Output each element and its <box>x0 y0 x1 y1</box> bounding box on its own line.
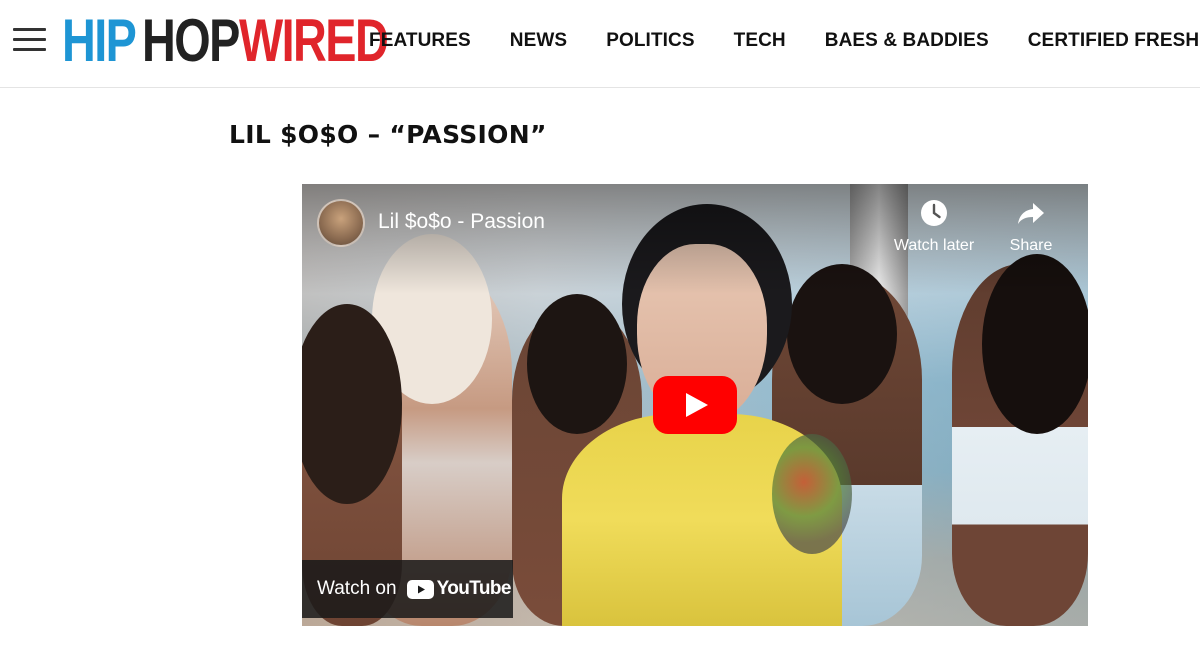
video-title[interactable]: Lil $o$o - Passion <box>378 210 545 234</box>
channel-avatar[interactable] <box>317 199 365 247</box>
watch-on-youtube-button[interactable]: Watch on YouTube <box>302 560 513 618</box>
nav-item-baes-baddies[interactable]: BAES & BADDIES <box>825 30 989 52</box>
nav-item-news[interactable]: NEWS <box>510 30 567 52</box>
clock-icon <box>921 200 947 226</box>
share-label: Share <box>1009 237 1053 254</box>
nav-item-certified-fresh[interactable]: CERTIFIED FRESH <box>1028 30 1199 52</box>
share-button[interactable]: Share <box>981 198 1081 255</box>
youtube-logo-icon <box>406 579 434 599</box>
watch-later-button[interactable]: Watch later <box>884 198 984 255</box>
logo-hop: HOP <box>142 7 240 74</box>
logo-wired: WIRED <box>239 7 389 74</box>
youtube-wordmark: YouTube <box>436 578 512 599</box>
nav-item-features[interactable]: FEATURES <box>369 30 471 52</box>
youtube-logo: YouTube <box>406 578 512 600</box>
nav-item-politics[interactable]: POLITICS <box>606 30 694 52</box>
play-button[interactable] <box>653 376 737 434</box>
share-arrow-icon <box>1018 203 1044 224</box>
watch-later-label: Watch later <box>893 237 975 254</box>
video-player[interactable]: Lil $o$o - Passion Watch later Share Wat… <box>302 184 1088 626</box>
nav-item-tech[interactable]: TECH <box>734 30 786 52</box>
watch-on-label: Watch on <box>317 578 397 599</box>
site-header: HIP HOP WIRED FEATURES NEWS POLITICS TEC… <box>0 0 1200 88</box>
logo-hip: HIP <box>62 7 137 74</box>
menu-icon[interactable] <box>13 28 46 52</box>
article-title: LIL $O$O – “PASSION” <box>229 120 547 149</box>
play-icon <box>653 376 737 434</box>
main-nav: FEATURES NEWS POLITICS TECH BAES & BADDI… <box>369 30 1199 52</box>
